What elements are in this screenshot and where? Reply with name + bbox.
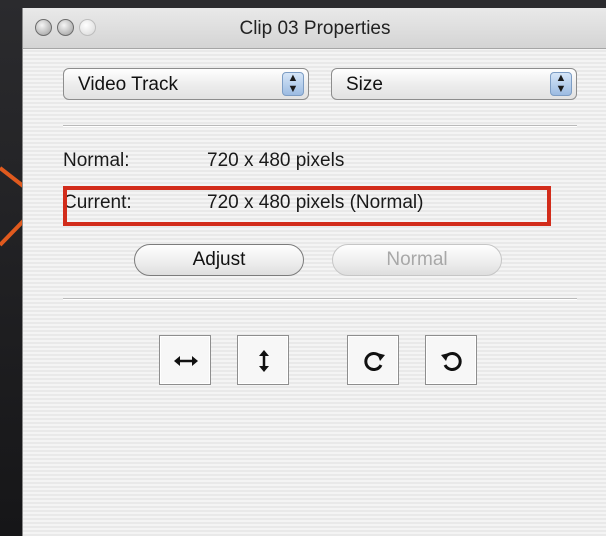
popup-arrows-icon: ▲ ▼: [282, 72, 304, 96]
divider: [63, 125, 577, 127]
track-popup[interactable]: Video Track ▲ ▼: [63, 68, 309, 100]
normal-size-value: 720 x 480 pixels: [207, 150, 345, 171]
popup-arrows-icon: ▲ ▼: [550, 72, 572, 96]
normal-button[interactable]: Normal: [332, 244, 502, 276]
flip-horizontal-button[interactable]: [159, 335, 211, 385]
track-popup-label: Video Track: [78, 74, 178, 95]
rotate-counterclockwise-button[interactable]: [425, 335, 477, 385]
normal-size-label: Normal:: [63, 150, 130, 171]
rotate-counterclockwise-icon: [441, 352, 462, 371]
rotate-clockwise-button[interactable]: [347, 335, 399, 385]
title-bar[interactable]: Clip 03 Properties: [23, 8, 606, 49]
window-title: Clip 03 Properties: [239, 18, 391, 39]
flip-vertical-button[interactable]: [237, 335, 289, 385]
adjust-button[interactable]: Adjust: [134, 244, 304, 276]
property-popup-label: Size: [346, 74, 383, 95]
properties-window: Clip 03 Properties Video Track ▲ ▼ Size ▲…: [22, 8, 606, 536]
highlight-box: [63, 186, 551, 226]
divider: [63, 298, 577, 300]
rotate-clockwise-icon: [364, 352, 385, 371]
property-popup[interactable]: Size ▲ ▼: [331, 68, 577, 100]
flip-horizontal-icon: [174, 356, 198, 366]
flip-vertical-icon: [259, 350, 269, 372]
